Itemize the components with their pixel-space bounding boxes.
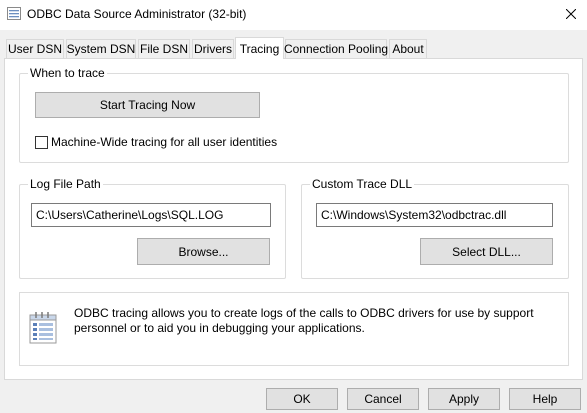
trace-dll-path-input[interactable]: C:\Windows\System32\odbctrac.dll bbox=[316, 203, 553, 227]
browse-button[interactable]: Browse... bbox=[137, 238, 270, 265]
ok-button[interactable]: OK bbox=[266, 388, 338, 410]
when-to-trace-label: When to trace bbox=[28, 66, 107, 80]
custom-trace-dll-label: Custom Trace DLL bbox=[310, 177, 415, 191]
tab-file-dsn[interactable]: File DSN bbox=[138, 39, 190, 58]
tab-strip: User DSN System DSN File DSN Drivers Tra… bbox=[0, 37, 587, 59]
odbc-info-icon bbox=[28, 311, 60, 345]
machine-wide-checkbox[interactable] bbox=[35, 136, 48, 149]
log-file-path-group: Log File Path C:\Users\Catherine\Logs\SQ… bbox=[19, 177, 286, 279]
close-icon bbox=[565, 8, 577, 22]
title-bar: ODBC Data Source Administrator (32-bit) bbox=[0, 0, 587, 30]
tracing-info-text: ODBC tracing allows you to create logs o… bbox=[74, 306, 534, 335]
start-tracing-button[interactable]: Start Tracing Now bbox=[35, 92, 260, 118]
tab-connection-pooling[interactable]: Connection Pooling bbox=[284, 39, 388, 58]
tab-tracing[interactable]: Tracing bbox=[235, 37, 284, 59]
odbc-app-icon bbox=[7, 7, 21, 20]
tab-about[interactable]: About bbox=[389, 39, 427, 58]
apply-button[interactable]: Apply bbox=[428, 388, 500, 410]
cancel-button[interactable]: Cancel bbox=[347, 388, 419, 410]
log-file-path-label: Log File Path bbox=[28, 177, 103, 191]
log-file-path-input[interactable]: C:\Users\Catherine\Logs\SQL.LOG bbox=[31, 203, 271, 227]
select-dll-button[interactable]: Select DLL... bbox=[420, 238, 553, 265]
tab-user-dsn[interactable]: User DSN bbox=[6, 39, 64, 58]
tracing-info-box: ODBC tracing allows you to create logs o… bbox=[19, 292, 569, 366]
tracing-panel: When to trace Start Tracing Now Machine-… bbox=[4, 58, 583, 380]
custom-trace-dll-group: Custom Trace DLL C:\Windows\System32\odb… bbox=[301, 177, 569, 279]
help-button[interactable]: Help bbox=[509, 388, 581, 410]
when-to-trace-group: When to trace Start Tracing Now Machine-… bbox=[19, 66, 569, 163]
tab-drivers[interactable]: Drivers bbox=[192, 39, 234, 58]
close-button[interactable] bbox=[555, 0, 587, 30]
window-title: ODBC Data Source Administrator (32-bit) bbox=[27, 7, 247, 21]
tab-system-dsn[interactable]: System DSN bbox=[66, 39, 136, 58]
machine-wide-label: Machine-Wide tracing for all user identi… bbox=[51, 135, 278, 149]
